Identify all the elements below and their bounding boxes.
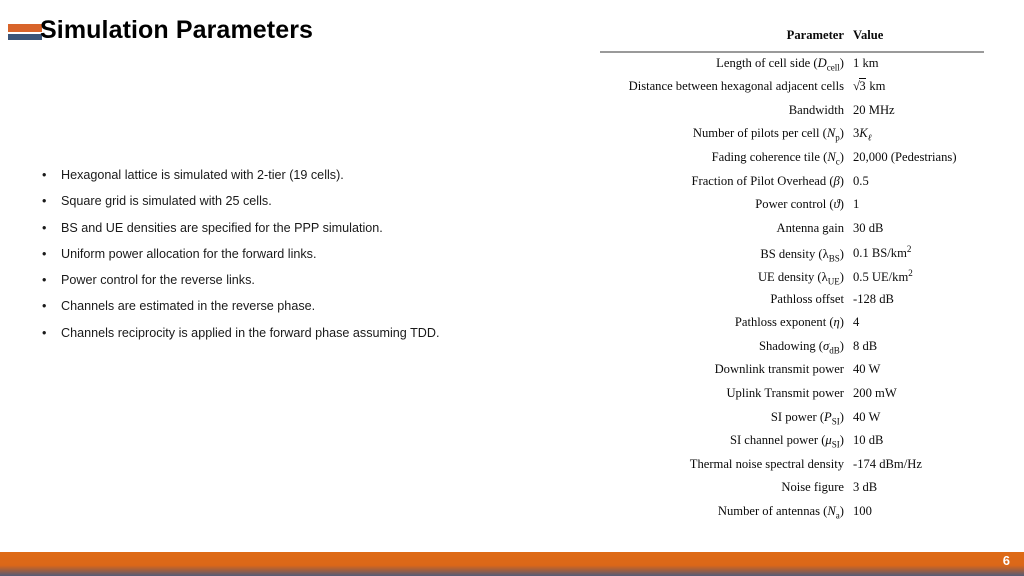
cell-parameter: Thermal noise spectral density (689, 456, 844, 471)
bullet-dot-icon: • (42, 246, 47, 261)
table-row: Distance between hexagonal adjacent cell… (600, 78, 984, 103)
table-row: BS density (λBS) 0.1 BS/km2 (600, 244, 984, 268)
cell-value: 4 (853, 315, 860, 330)
cell-value: 8 dB (853, 338, 878, 353)
table-row: Bandwidth 20 MHz (600, 103, 984, 127)
column-header-parameter: Parameter (786, 28, 844, 42)
table-row: Power control (ϑ) 1 (600, 197, 984, 221)
page-number: 6 (1002, 553, 1010, 568)
cell-value: 1 km (853, 55, 879, 70)
list-item-label: Uniform power allocation for the forward… (61, 246, 317, 261)
horizontal-rule (600, 51, 984, 53)
table-row: Antenna gain 30 dB (600, 221, 984, 245)
cell-parameter: Bandwidth (788, 102, 844, 117)
table-row: Pathloss exponent (η) 4 (600, 315, 984, 339)
cell-value: 0.5 UE/km2 (853, 267, 913, 285)
list-item-label: Channels are estimated in the reverse ph… (61, 299, 316, 314)
table-row: SI power (PSI) 40 W (600, 410, 984, 434)
cell-parameter: BS density (λBS) (760, 246, 844, 264)
list-item-label: BS and UE densities are specified for th… (61, 220, 383, 235)
cell-parameter: UE density (λUE) (757, 270, 844, 287)
list-item: • Channels reciprocity is applied in the… (40, 320, 560, 346)
cell-value: 1 (853, 197, 860, 212)
table-row: Noise figure 3 dB (600, 480, 984, 504)
cell-parameter: Fraction of Pilot Overhead (β) (691, 173, 844, 188)
cell-value: -128 dB (853, 291, 894, 306)
bullet-dot-icon: • (42, 325, 47, 340)
list-item-label: Hexagonal lattice is simulated with 2-ti… (61, 168, 344, 182)
bullet-dot-icon: • (42, 194, 47, 209)
table-row: UE density (λUE) 0.5 UE/km2 (600, 268, 984, 292)
table-row: Downlink transmit power 40 W (600, 362, 984, 386)
cell-parameter: SI power (PSI) (770, 409, 844, 427)
table-row: Fraction of Pilot Overhead (β) 0.5 (600, 174, 984, 198)
cell-parameter: Uplink Transmit power (726, 385, 844, 400)
parameter-table: Parameter Value Length of cell side (Dce… (600, 28, 984, 527)
accent-bar-blue (8, 34, 42, 40)
cell-value: 100 (853, 503, 872, 518)
list-item-label: Channels reciprocity is applied in the f… (61, 325, 440, 340)
cell-parameter: Shadowing (σdB) (758, 338, 844, 356)
list-item-label: Square grid is simulated with 25 cells. (61, 194, 272, 209)
column-header-value: Value (853, 28, 884, 42)
cell-parameter: Fading coherence tile (Nc) (711, 149, 844, 167)
cell-parameter: Downlink transmit power (714, 362, 844, 377)
table-row: Length of cell side (Dcell) 1 km (600, 56, 984, 80)
cell-value: √3 km (853, 78, 886, 94)
list-item: • Square grid is simulated with 25 cells… (40, 188, 560, 214)
footer-bar: 6 (0, 552, 1024, 576)
table-row: Shadowing (σdB) 8 dB (600, 339, 984, 363)
cell-value: 40 W (853, 409, 881, 424)
table-row: Uplink Transmit power 200 mW (600, 386, 984, 410)
cell-value: 0.1 BS/km2 (853, 244, 912, 261)
bullet-dot-icon: • (42, 299, 47, 314)
table-row: Pathloss offset -128 dB (600, 292, 984, 316)
cell-parameter: Distance between hexagonal adjacent cell… (628, 79, 844, 94)
list-item: • Uniform power allocation for the forwa… (40, 241, 560, 267)
cell-value: 30 dB (853, 220, 884, 235)
cell-parameter: Pathloss offset (770, 291, 844, 306)
list-item: • Hexagonal lattice is simulated with 2-… (40, 162, 560, 188)
cell-value: 20 MHz (853, 102, 895, 117)
bullet-dot-icon: • (42, 168, 47, 182)
cell-value: 10 dB (853, 433, 884, 448)
table-header-rule (600, 49, 984, 56)
list-item-label: Power control for the reverse links. (61, 273, 255, 288)
bullet-dot-icon: • (42, 220, 47, 235)
cell-value: 40 W (853, 362, 881, 377)
page-title: Simulation Parameters (40, 16, 314, 44)
table-row: Thermal noise spectral density -174 dBm/… (600, 457, 984, 481)
cell-parameter: Number of antennas (Na) (717, 503, 844, 521)
cell-parameter: Number of pilots per cell (Np) (692, 126, 844, 143)
cell-parameter: SI channel power (μSI) (729, 433, 844, 450)
list-item: • Channels are estimated in the reverse … (40, 293, 560, 319)
bullet-list: • Hexagonal lattice is simulated with 2-… (40, 162, 560, 346)
cell-value: 0.5 (853, 173, 869, 188)
cell-parameter: Noise figure (781, 480, 844, 495)
title-accent-bars (8, 24, 42, 41)
table-row: Number of pilots per cell (Np) 3Kℓ (600, 126, 984, 150)
bullet-dot-icon: • (42, 273, 47, 288)
cell-parameter: Pathloss exponent (η) (734, 315, 844, 330)
cell-value: 200 mW (853, 385, 897, 400)
table-row: Number of antennas (Na) 100 (600, 504, 984, 528)
table-row: Fading coherence tile (Nc) 20,000 (Pedes… (600, 150, 984, 174)
cell-parameter: Antenna gain (776, 220, 845, 235)
cell-parameter: Length of cell side (Dcell) (716, 55, 844, 73)
cell-value: 3 dB (853, 480, 878, 495)
accent-bar-orange (8, 24, 42, 32)
cell-parameter: Power control (ϑ) (755, 197, 844, 212)
table-header-row: Parameter Value (600, 28, 984, 49)
cell-value: 3Kℓ (853, 126, 872, 143)
list-item: • Power control for the reverse links. (40, 267, 560, 293)
cell-value: -174 dBm/Hz (853, 456, 922, 471)
list-item: • BS and UE densities are specified for … (40, 215, 560, 241)
cell-value: 20,000 (Pedestrians) (853, 149, 957, 164)
table-body: Length of cell side (Dcell) 1 km Distanc… (600, 56, 984, 528)
table-row: SI channel power (μSI) 10 dB (600, 433, 984, 457)
